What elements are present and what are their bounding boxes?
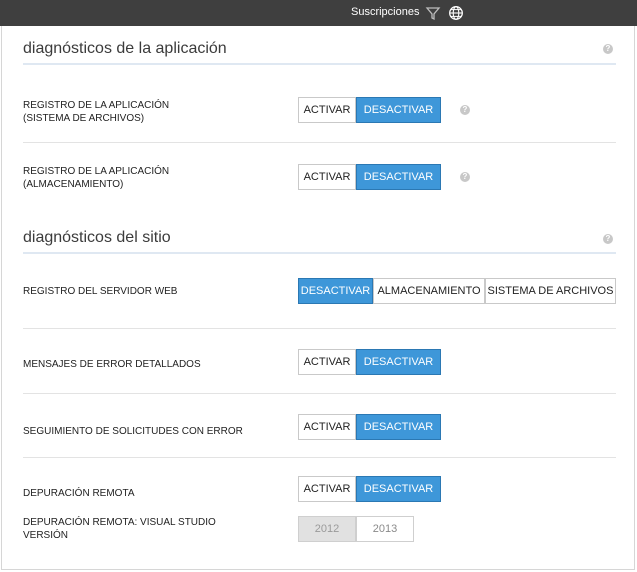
vs-version-2013-button: 2013 (356, 516, 414, 542)
web-server-log-off-button[interactable]: DESACTIVAR (298, 278, 373, 304)
label-line: (ALMACENAMIENTO) (23, 179, 124, 190)
subscriptions-link[interactable]: Suscripciones (351, 6, 419, 18)
app-log-filesystem-on-button[interactable]: ACTIVAR (298, 97, 356, 123)
detailed-errors-on-button[interactable]: ACTIVAR (298, 349, 356, 375)
label-line: (SISTEMA DE ARCHIVOS) (23, 113, 145, 124)
app-log-filesystem-label: REGISTRO DE LA APLICACIÓN (SISTEMA DE AR… (23, 99, 169, 125)
row-divider (23, 142, 616, 143)
app-log-filesystem-off-button[interactable]: DESACTIVAR (356, 97, 441, 123)
remote-debug-off-button[interactable]: DESACTIVAR (356, 476, 441, 502)
section-rule (23, 252, 616, 254)
web-server-log-label: REGISTRO DEL SERVIDOR WEB (23, 286, 178, 297)
label-line: REGISTRO DE LA APLICACIÓN (23, 100, 170, 111)
vs-version-2012-button: 2012 (298, 516, 356, 542)
web-server-log-filesystem-button[interactable]: SISTEMA DE ARCHIVOS (485, 278, 616, 304)
failed-requests-label: SEGUIMIENTO DE SOLICITUDES CON ERROR (23, 426, 243, 437)
row-divider (23, 457, 616, 458)
web-server-log-storage-button[interactable]: ALMACENAMIENTO (373, 278, 485, 304)
row-divider (23, 393, 616, 394)
detailed-errors-label: MENSAJES DE ERROR DETALLADOS (23, 359, 201, 370)
label-line: DEPURACIÓN REMOTA: VISUAL STUDIO (23, 517, 216, 528)
failed-requests-off-button[interactable]: DESACTIVAR (356, 414, 441, 440)
help-icon[interactable]: ? (460, 105, 470, 115)
remote-debug-on-button[interactable]: ACTIVAR (298, 476, 356, 502)
detailed-errors-off-button[interactable]: DESACTIVAR (356, 349, 441, 375)
filter-icon[interactable] (425, 5, 441, 21)
app-log-storage-on-button[interactable]: ACTIVAR (298, 164, 356, 190)
label-line: REGISTRO DE LA APLICACIÓN (23, 166, 170, 177)
label-line: VERSIÓN (23, 530, 69, 541)
app-diagnostics-title: diagnósticos de la aplicación (23, 40, 227, 57)
help-icon[interactable]: ? (603, 234, 613, 244)
remote-debug-label: DEPURACIÓN REMOTA (23, 488, 135, 499)
top-bar: Suscripciones (0, 0, 637, 26)
help-icon[interactable]: ? (603, 44, 613, 54)
globe-icon[interactable] (448, 5, 464, 21)
section-rule (23, 63, 616, 65)
vs-version-label: DEPURACIÓN REMOTA: VISUAL STUDIO VERSIÓN (23, 516, 216, 542)
site-diagnostics-title: diagnósticos del sitio (23, 229, 171, 246)
help-icon[interactable]: ? (460, 172, 470, 182)
failed-requests-on-button[interactable]: ACTIVAR (298, 414, 356, 440)
app-log-storage-label: REGISTRO DE LA APLICACIÓN (ALMACENAMIENT… (23, 165, 169, 191)
row-divider (23, 328, 616, 329)
app-log-storage-off-button[interactable]: DESACTIVAR (356, 164, 441, 190)
